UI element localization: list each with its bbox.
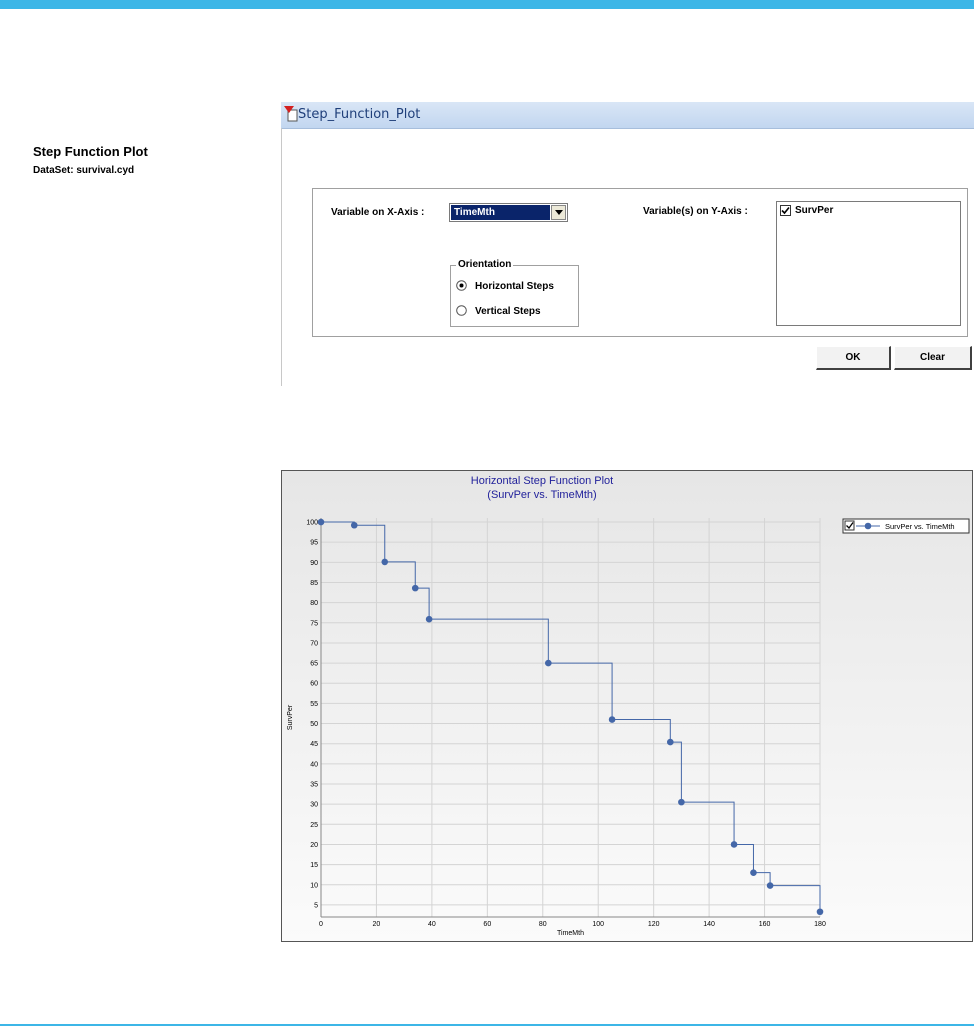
x-tick-label: 60 <box>483 921 491 928</box>
data-point <box>411 584 419 592</box>
x-tick-label: 0 <box>319 921 323 928</box>
x-tick-label: 120 <box>648 921 660 928</box>
y-variables-list[interactable] <box>776 201 961 326</box>
y-tick-label: 20 <box>310 842 318 849</box>
radio-horizontal-steps[interactable] <box>456 280 467 291</box>
chevron-down-icon <box>555 210 563 215</box>
chart-panel: 0 20 40 60 80 100 120 140 160 180 5 10 15 20 25 30 35 40 4… <box>281 470 973 942</box>
y-tick-label: 45 <box>310 741 318 748</box>
data-point <box>608 716 616 723</box>
y-tick-label: 100 <box>306 520 318 527</box>
y-tick-label: 65 <box>310 661 318 668</box>
data-point <box>350 521 358 529</box>
dialog-icon <box>284 106 298 122</box>
x-tick-label: 160 <box>759 921 771 928</box>
x-axis-title: TimeMth <box>557 930 584 937</box>
legend-marker <box>864 522 872 530</box>
chart-subtitle: (SurvPer vs. TimeMth) <box>487 489 596 501</box>
y-tick-label: 25 <box>310 822 318 829</box>
step-function-chart: 0 20 40 60 80 100 120 140 160 180 5 10 15 20 25 30 35 40 4… <box>287 475 970 937</box>
dialog-border <box>281 128 282 386</box>
dialog-title: Step_Function_Plot <box>298 107 421 122</box>
legend: SurvPer vs. TimeMth <box>842 518 970 534</box>
y-axis-title: SurvPer <box>287 704 294 730</box>
y-tick-label: 80 <box>310 600 318 607</box>
x-tick-label: 20 <box>373 921 381 928</box>
checkmark-icon <box>781 206 790 215</box>
x-axis-selected-value: TimeMth <box>451 205 550 220</box>
y-tick-label: 90 <box>310 560 318 567</box>
y-tick-label: 95 <box>310 540 318 547</box>
ok-button[interactable]: OK <box>816 346 891 370</box>
y-tick-label: 60 <box>310 681 318 688</box>
data-point <box>667 738 674 746</box>
data-point <box>425 615 433 623</box>
orientation-title: Orientation <box>456 259 514 270</box>
horizontal-steps-label[interactable]: Horizontal Steps <box>475 281 554 292</box>
y-tick-label: 5 <box>314 902 318 909</box>
y-tick-label: 30 <box>310 802 318 809</box>
dataset-label: DataSet: survival.cyd <box>33 165 135 176</box>
data-point <box>381 558 389 566</box>
y-variable-item[interactable]: SurvPer <box>795 205 833 216</box>
y-tick-label: 15 <box>310 862 318 869</box>
orientation-group <box>450 265 579 327</box>
vertical-steps-label[interactable]: Vertical Steps <box>475 306 541 317</box>
y-tick-label: 70 <box>310 640 318 647</box>
data-point <box>750 869 757 876</box>
x-tick-label: 40 <box>428 921 436 928</box>
clear-button[interactable]: Clear <box>894 346 972 370</box>
top-accent-bar <box>0 0 974 9</box>
dialog-title-bar[interactable]: Step_Function_Plot <box>281 102 974 129</box>
dropdown-button[interactable] <box>551 205 566 220</box>
x-tick-label: 180 <box>814 921 826 928</box>
y-tick-label: 55 <box>310 701 318 708</box>
survper-checkbox[interactable] <box>780 205 791 216</box>
y-tick-label: 35 <box>310 782 318 789</box>
legend-label: SurvPer vs. TimeMth <box>885 522 955 531</box>
radio-vertical-steps[interactable] <box>456 305 467 316</box>
data-point <box>816 908 824 916</box>
y-tick-label: 75 <box>310 620 318 627</box>
y-tick-label: 85 <box>310 580 318 587</box>
y-tick-label: 50 <box>310 721 318 728</box>
x-axis-select[interactable]: TimeMth <box>449 203 568 222</box>
y-tick-label: 40 <box>310 761 318 768</box>
x-axis-label: Variable on X-Axis : <box>331 207 425 218</box>
bottom-accent-line <box>0 1024 974 1026</box>
y-axis-label: Variable(s) on Y-Axis : <box>643 206 748 217</box>
y-tick-label: 10 <box>310 882 318 889</box>
chart-title: Horizontal Step Function Plot <box>471 475 613 487</box>
dialog-heading: Step Function Plot <box>33 144 148 159</box>
data-point <box>766 882 774 889</box>
data-point <box>317 518 325 526</box>
x-tick-label: 140 <box>703 921 715 928</box>
data-point <box>678 798 685 806</box>
data-point <box>730 841 738 848</box>
data-point <box>545 659 552 667</box>
x-tick-label: 100 <box>592 921 604 928</box>
series-step-line <box>321 521 821 912</box>
x-tick-label: 80 <box>539 921 547 928</box>
